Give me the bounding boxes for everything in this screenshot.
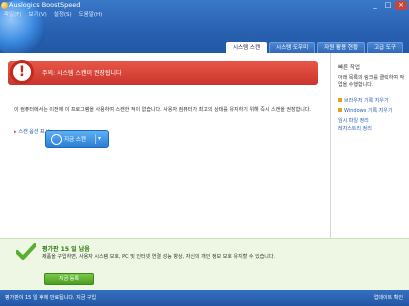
scan-now-button[interactable]: 지금 스캔 ▾ bbox=[45, 130, 109, 148]
menu-help[interactable]: 도움말(H) bbox=[79, 11, 103, 19]
checkmark-icon bbox=[16, 243, 36, 260]
header: Auslogics BoostSpeed _ □ × 파일(F) 보기(V) 설… bbox=[0, 0, 409, 53]
window-title: Auslogics BoostSpeed bbox=[9, 1, 81, 9]
menu-settings[interactable]: 설정(S) bbox=[54, 11, 72, 19]
status-bar: 평가판이 15 일 후에 만료됩니다. 지금 구입 업데이트 확인 bbox=[0, 290, 409, 306]
bullet-icon bbox=[338, 98, 342, 102]
sidebar-description: 아래 목록의 링크를 클릭하여 작업을 수행합니다. bbox=[338, 75, 405, 88]
tab-bar: 시스템 스캔 시스템 도우미 자원 활용 현황 고급 도구 bbox=[225, 42, 403, 53]
menu-view[interactable]: 보기(V) bbox=[29, 11, 47, 19]
trial-description: 제품을 구입하면, 사용자 시스템 보호, PC 및 인터넷 연결 성능 향상,… bbox=[42, 254, 276, 260]
bullet-icon bbox=[338, 108, 342, 112]
minimize-button[interactable]: _ bbox=[369, 1, 381, 10]
tab-system-scan[interactable]: 시스템 스캔 bbox=[225, 42, 268, 53]
sidebar-link-label: 브라우저 기록 지우기 bbox=[344, 98, 389, 104]
app-logo-icon bbox=[1, 2, 8, 9]
sidebar-link-label: Windows 기록 지우기 bbox=[344, 108, 393, 114]
chevron-down-icon[interactable]: ▾ bbox=[98, 134, 101, 144]
arrow-right-icon: ▸ bbox=[14, 129, 17, 135]
trial-status-link[interactable]: 평가판이 15 일 후에 만료됩니다. 지금 구입 bbox=[5, 294, 96, 301]
sidebar-title: 빠른 작업 bbox=[338, 65, 360, 71]
button-divider bbox=[95, 134, 96, 144]
scan-description: 이 컴퓨터에서는 이전에 이 프로그램을 사용하여 스캔한 적이 없습니다. 사… bbox=[14, 107, 312, 113]
sidebar-link-browser-history[interactable]: 브라우저 기록 지우기 bbox=[338, 97, 389, 104]
tab-system-advisor[interactable]: 시스템 도우미 bbox=[269, 42, 316, 53]
menu-bar: 파일(F) 보기(V) 설정(S) 도움말(H) bbox=[4, 11, 102, 19]
sidebar-link-temp-files[interactable]: 임시 파일 정리 bbox=[338, 117, 369, 124]
scan-icon bbox=[51, 134, 62, 145]
sidebar-link-label: 레지스트리 정리 bbox=[338, 126, 372, 132]
trial-panel: 평가판 15 일 남음 제품을 구입하면, 사용자 시스템 보호, PC 및 인… bbox=[0, 238, 409, 291]
sidebar-link-registry[interactable]: 레지스트리 정리 bbox=[338, 125, 372, 132]
sidebar-link-label: 임시 파일 정리 bbox=[338, 118, 369, 124]
alert-banner: ! 주의: 시스템 스캔이 권장됩니다 bbox=[8, 60, 318, 85]
register-now-button[interactable]: 지금 등록 bbox=[44, 273, 94, 285]
maximize-button[interactable]: □ bbox=[382, 1, 394, 10]
tab-advanced-tools[interactable]: 고급 도구 bbox=[367, 42, 403, 53]
tab-resource-usage[interactable]: 자원 활용 현황 bbox=[317, 42, 365, 53]
app-window: Auslogics BoostSpeed _ □ × 파일(F) 보기(V) 설… bbox=[0, 0, 409, 306]
trial-title: 평가판 15 일 남음 bbox=[42, 246, 90, 253]
close-button[interactable]: × bbox=[395, 1, 407, 10]
sidebar-link-windows-history[interactable]: Windows 기록 지우기 bbox=[338, 107, 393, 114]
warning-icon: ! bbox=[10, 60, 34, 84]
menu-file[interactable]: 파일(F) bbox=[4, 11, 22, 19]
check-updates-link[interactable]: 업데이트 확인 bbox=[374, 294, 403, 301]
alert-text: 주의: 시스템 스캔이 권장됩니다 bbox=[42, 70, 122, 77]
scan-now-label: 지금 스캔 bbox=[64, 137, 86, 143]
scan-options-link[interactable]: ▸ 스캔 옵션 표시 bbox=[14, 128, 49, 135]
